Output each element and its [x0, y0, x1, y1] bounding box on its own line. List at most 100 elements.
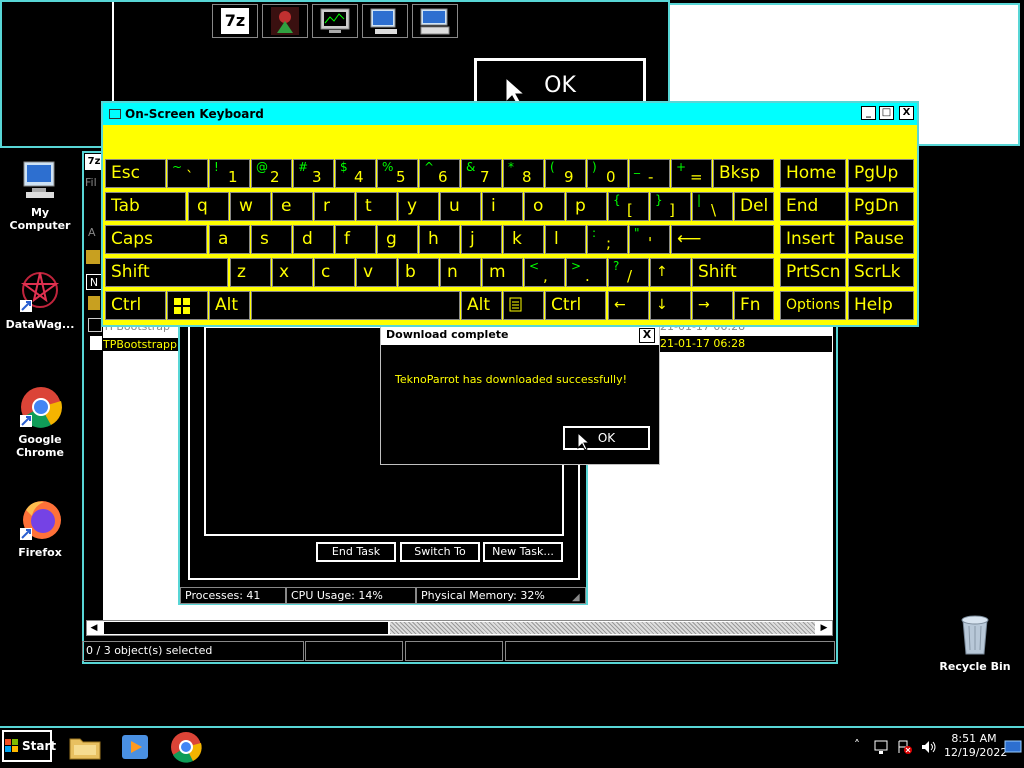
key-t[interactable]: t	[356, 192, 397, 221]
7zip-toolbar-item[interactable]: A	[88, 226, 96, 239]
key-c[interactable]: c	[314, 258, 355, 287]
key-0[interactable]: ) 0	[587, 159, 628, 188]
key-pgup[interactable]: PgUp	[848, 159, 914, 188]
key-space[interactable]	[251, 291, 460, 320]
key-backslash[interactable]: | \	[692, 192, 733, 221]
7zip-column-name[interactable]: N	[86, 274, 102, 290]
key-prtscn[interactable]: PrtScn	[780, 258, 846, 287]
key-fn[interactable]: Fn	[734, 291, 774, 320]
key-pgdn[interactable]: PgDn	[848, 192, 914, 221]
scroll-right-icon[interactable]: ▶	[818, 622, 830, 634]
key-x[interactable]: x	[272, 258, 313, 287]
key-left-arrow[interactable]: ←	[608, 291, 649, 320]
key-right-ctrl[interactable]: Ctrl	[545, 291, 606, 320]
key-down-arrow[interactable]: ↓	[650, 291, 691, 320]
key-3[interactable]: #3	[293, 159, 334, 188]
key-pause[interactable]: Pause	[848, 225, 914, 254]
key-4[interactable]: $4	[335, 159, 376, 188]
key-slash[interactable]: ? /	[608, 258, 649, 287]
key-period[interactable]: >.	[566, 258, 607, 287]
key-scrlk[interactable]: ScrLk	[848, 258, 914, 287]
key-enter[interactable]: ⟵	[671, 225, 774, 254]
key-backtick[interactable]: ~ `	[167, 159, 208, 188]
close-icon[interactable]: X	[639, 328, 655, 343]
key-left-bracket[interactable]: {[	[608, 192, 649, 221]
taskbar-7zip-button[interactable]: 7z	[212, 4, 258, 38]
key-8[interactable]: * 8	[503, 159, 544, 188]
desktop-icon-datawag[interactable]: DataWag...	[0, 270, 80, 331]
key-left-ctrl[interactable]: Ctrl	[105, 291, 166, 320]
key-up-arrow[interactable]: ↑	[650, 258, 691, 287]
taskbar-my-computer-button[interactable]	[362, 4, 408, 38]
key-options[interactable]: Options	[780, 291, 846, 320]
key-backspace[interactable]: Bksp	[713, 159, 774, 188]
taskbar-teknoparrot-button[interactable]	[262, 4, 308, 38]
key-7[interactable]: & 7	[461, 159, 502, 188]
key-2[interactable]: @2	[251, 159, 292, 188]
key-q[interactable]: q	[188, 192, 229, 221]
key-caps[interactable]: Caps	[105, 225, 207, 254]
taskbar-media-player-button[interactable]	[116, 731, 156, 763]
key-f[interactable]: f	[335, 225, 376, 254]
key-delete[interactable]: Del	[734, 192, 774, 221]
key-left-alt[interactable]: Alt	[209, 291, 250, 320]
key-y[interactable]: y	[398, 192, 439, 221]
show-desktop-icon[interactable]	[1004, 740, 1022, 754]
scrollbar-thumb[interactable]	[104, 622, 388, 634]
key-m[interactable]: m	[482, 258, 523, 287]
key-r[interactable]: r	[314, 192, 355, 221]
desktop-icon-my-computer[interactable]: My Computer	[0, 158, 80, 232]
resize-grip-icon[interactable]: ◢	[572, 592, 580, 603]
key-insert[interactable]: Insert	[780, 225, 846, 254]
key-i[interactable]: i	[482, 192, 523, 221]
key-left-shift[interactable]: Shift	[105, 258, 228, 287]
key-u[interactable]: u	[440, 192, 481, 221]
key-e[interactable]: e	[272, 192, 313, 221]
maximize-icon[interactable]: □	[879, 106, 894, 120]
key-equals[interactable]: + =	[671, 159, 712, 188]
key-right-shift[interactable]: Shift	[692, 258, 774, 287]
volume-icon[interactable]	[920, 739, 938, 755]
key-l[interactable]: l	[545, 225, 586, 254]
new-task-button[interactable]: New Task...	[483, 542, 563, 562]
taskbar-task-manager-button[interactable]	[312, 4, 358, 38]
key-6[interactable]: ^ 6	[419, 159, 460, 188]
desktop-icon-recycle-bin[interactable]: Recycle Bin	[935, 612, 1015, 673]
key-p[interactable]: p	[566, 192, 607, 221]
key-a[interactable]: a	[209, 225, 250, 254]
key-1[interactable]: ! 1	[209, 159, 250, 188]
key-esc[interactable]: Esc	[105, 159, 166, 188]
key-help[interactable]: Help	[848, 291, 914, 320]
key-v[interactable]: v	[356, 258, 397, 287]
key-k[interactable]: k	[503, 225, 544, 254]
key-right-arrow[interactable]: →	[692, 291, 733, 320]
key-5[interactable]: % 5	[377, 159, 418, 188]
key-d[interactable]: d	[293, 225, 334, 254]
taskbar-explorer-button[interactable]	[66, 731, 106, 763]
key-tab[interactable]: Tab	[105, 192, 186, 221]
key-o[interactable]: o	[524, 192, 565, 221]
key-windows[interactable]	[167, 291, 208, 320]
switch-to-button[interactable]: Switch To	[400, 542, 480, 562]
key-j[interactable]: j	[461, 225, 502, 254]
desktop-icon-chrome[interactable]: Google Chrome	[0, 385, 80, 459]
key-n[interactable]: n	[440, 258, 481, 287]
key-comma[interactable]: <,	[524, 258, 565, 287]
end-task-button[interactable]: End Task	[316, 542, 396, 562]
key-b[interactable]: b	[398, 258, 439, 287]
key-s[interactable]: s	[251, 225, 292, 254]
key-minus[interactable]: _ -	[629, 159, 670, 188]
minimize-icon[interactable]: _	[861, 106, 876, 120]
clock[interactable]: 8:51 AM 12/19/2022	[944, 732, 1007, 760]
key-menu[interactable]	[503, 291, 544, 320]
desktop-icon-firefox[interactable]: Firefox	[0, 498, 80, 559]
taskbar-chrome-button[interactable]	[166, 731, 206, 763]
key-right-alt[interactable]: Alt	[461, 291, 502, 320]
key-quote[interactable]: " '	[629, 225, 670, 254]
key-home[interactable]: Home	[780, 159, 846, 188]
key-g[interactable]: g	[377, 225, 418, 254]
key-9[interactable]: (9	[545, 159, 586, 188]
action-center-icon[interactable]	[897, 739, 913, 755]
key-end[interactable]: End	[780, 192, 846, 221]
close-icon[interactable]: X	[899, 106, 914, 120]
